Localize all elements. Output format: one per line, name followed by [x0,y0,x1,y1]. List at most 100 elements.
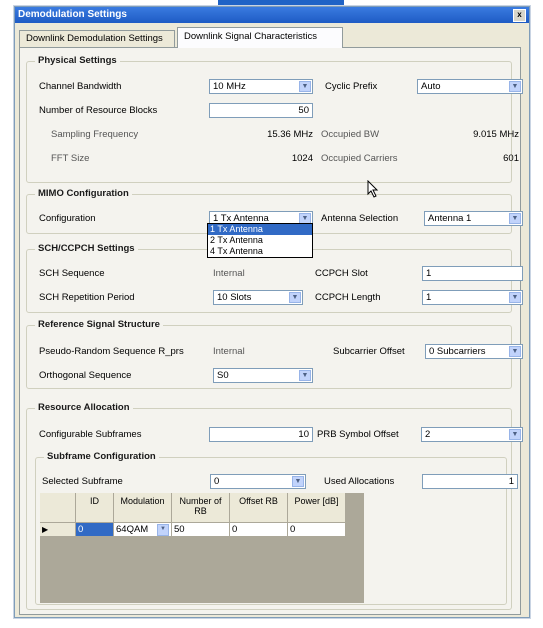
column-header-id[interactable]: ID [76,493,114,523]
orthogonal-sequence-select[interactable]: S0 ▼ [213,368,313,383]
chevron-down-icon[interactable]: ▼ [289,292,301,303]
fft-size-value: 1024 [291,153,313,164]
selected-subframe-label: Selected Subframe [42,476,123,487]
row-header-corner [40,493,76,523]
channel-bandwidth-label: Channel Bandwidth [39,81,122,92]
occupied-bw-label: Occupied BW [321,129,380,140]
cell-offset-rb[interactable]: 0 [230,523,288,537]
ccpch-length-value: 1 [426,292,432,303]
configuration-dropdown-list: 1 Tx Antenna 2 Tx Antenna 4 Tx Antenna [207,223,313,258]
column-header-offset-rb[interactable]: Offset RB [230,493,288,523]
window-title: Demodulation Settings [18,9,127,20]
close-icon[interactable]: x [513,9,526,22]
occupied-carriers-label: Occupied Carriers [321,153,398,164]
prb-offset-select[interactable]: 2 ▼ [421,427,523,442]
cyclic-prefix-value: Auto [421,81,441,92]
chevron-down-icon[interactable]: ▼ [509,81,521,92]
group-title: MIMO Configuration [35,188,132,199]
resource-blocks-label: Number of Resource Blocks [39,105,158,116]
group-title: Reference Signal Structure [35,319,163,330]
header-label: ID [90,496,99,506]
resource-blocks-input[interactable]: 50 [209,103,313,118]
column-header-modulation[interactable]: Modulation [114,493,172,523]
header-label: Power [dB] [294,496,339,506]
chevron-down-icon[interactable]: ▼ [509,429,521,440]
title-bar[interactable]: Demodulation Settings x [15,7,529,23]
sampling-frequency-label: Sampling Frequency [51,129,139,140]
orthogonal-sequence-value: S0 [217,370,229,381]
group-title: Subframe Configuration [44,451,159,462]
tab-signal-characteristics[interactable]: Downlink Signal Characteristics [177,27,343,48]
column-header-number-of-rb[interactable]: Number of RB [172,493,230,523]
sch-sequence-label: SCH Sequence [39,268,105,279]
ccpch-slot-input[interactable]: 1 [422,266,523,281]
dropdown-option-2-tx[interactable]: 2 Tx Antenna [208,235,312,246]
configuration-label: Configuration [39,213,96,224]
tab-demodulation-settings[interactable]: Downlink Demodulation Settings [19,30,175,47]
pseudo-random-value: Internal [213,346,245,357]
used-allocations-input[interactable]: 1 [422,474,518,489]
header-label: Number of RB [179,496,222,516]
ccpch-slot-value: 1 [426,268,432,279]
cyclic-prefix-select[interactable]: Auto ▼ [417,79,523,94]
antenna-selection-value: Antenna 1 [428,213,472,224]
header-label: Offset RB [239,496,278,506]
selected-subframe-select[interactable]: 0 ▼ [210,474,306,489]
used-allocations-value: 1 [508,476,514,487]
channel-bandwidth-value: 10 MHz [213,81,246,92]
configurable-subframes-input[interactable]: 10 [209,427,313,442]
prb-offset-label: PRB Symbol Offset [317,429,399,440]
cell-modulation[interactable]: 64QAM ▼ [114,523,172,537]
sch-repetition-label: SCH Repetition Period [39,292,135,303]
sch-sequence-value: Internal [213,268,245,279]
subcarrier-offset-select[interactable]: 0 Subcarriers ▼ [425,344,523,359]
chevron-down-icon[interactable]: ▼ [157,524,169,536]
antenna-selection-label: Antenna Selection [321,213,399,224]
header-label: Modulation [120,496,165,506]
physical-settings-group: Physical Settings Channel Bandwidth 10 M… [26,55,523,183]
row-marker[interactable]: ▶ [40,523,76,537]
fft-size-label: FFT Size [51,153,90,164]
configurable-subframes-value: 10 [298,429,309,440]
chevron-down-icon[interactable]: ▼ [509,292,521,303]
orthogonal-sequence-label: Orthogonal Sequence [39,370,132,381]
chevron-down-icon[interactable]: ▼ [299,370,311,381]
chevron-down-icon[interactable]: ▼ [299,81,311,92]
sch-ccpch-group: SCH/CCPCH Settings SCH Sequence Internal… [26,243,523,313]
selected-subframe-value: 0 [214,476,220,487]
modulation-value: 64QAM [116,524,149,535]
chevron-down-icon[interactable]: ▼ [509,213,521,224]
sch-repetition-value: 10 Slots [217,292,252,303]
dropdown-option-1-tx[interactable]: 1 Tx Antenna [208,224,312,235]
channel-bandwidth-select[interactable]: 10 MHz ▼ [209,79,313,94]
ccpch-length-label: CCPCH Length [315,292,381,303]
group-title: SCH/CCPCH Settings [35,243,138,254]
pseudo-random-label: Pseudo-Random Sequence R_prs [39,346,184,357]
group-title: Resource Allocation [35,402,133,413]
allocations-table: ID Modulation Number of RB Offset RB Pow… [40,493,364,603]
subcarrier-offset-value: 0 Subcarriers [429,346,486,357]
cell-id[interactable]: 0 [76,523,114,537]
reference-signal-group: Reference Signal Structure Pseudo-Random… [26,319,523,389]
ccpch-slot-label: CCPCH Slot [315,268,368,279]
dropdown-option-4-tx[interactable]: 4 Tx Antenna [208,246,312,257]
chevron-down-icon[interactable]: ▼ [292,476,304,487]
cyclic-prefix-label: Cyclic Prefix [325,81,378,92]
prb-offset-value: 2 [425,429,431,440]
cell-number-of-rb[interactable]: 50 [172,523,230,537]
mouse-pointer-icon [367,180,379,198]
sampling-frequency-value: 15.36 MHz [267,129,313,140]
group-title: Physical Settings [35,55,120,66]
used-allocations-label: Used Allocations [324,476,395,487]
ccpch-length-select[interactable]: 1 ▼ [422,290,523,305]
cell-power[interactable]: 0 [288,523,346,537]
antenna-selection-select[interactable]: Antenna 1 ▼ [424,211,523,226]
column-header-power[interactable]: Power [dB] [288,493,346,523]
subcarrier-offset-label: Subcarrier Offset [333,346,405,357]
sch-repetition-select[interactable]: 10 Slots ▼ [213,290,303,305]
chevron-down-icon[interactable]: ▼ [509,346,521,357]
configurable-subframes-label: Configurable Subframes [39,429,142,440]
occupied-bw-value: 9.015 MHz [473,129,519,140]
resource-blocks-value: 50 [298,105,309,116]
occupied-carriers-value: 601 [503,153,519,164]
